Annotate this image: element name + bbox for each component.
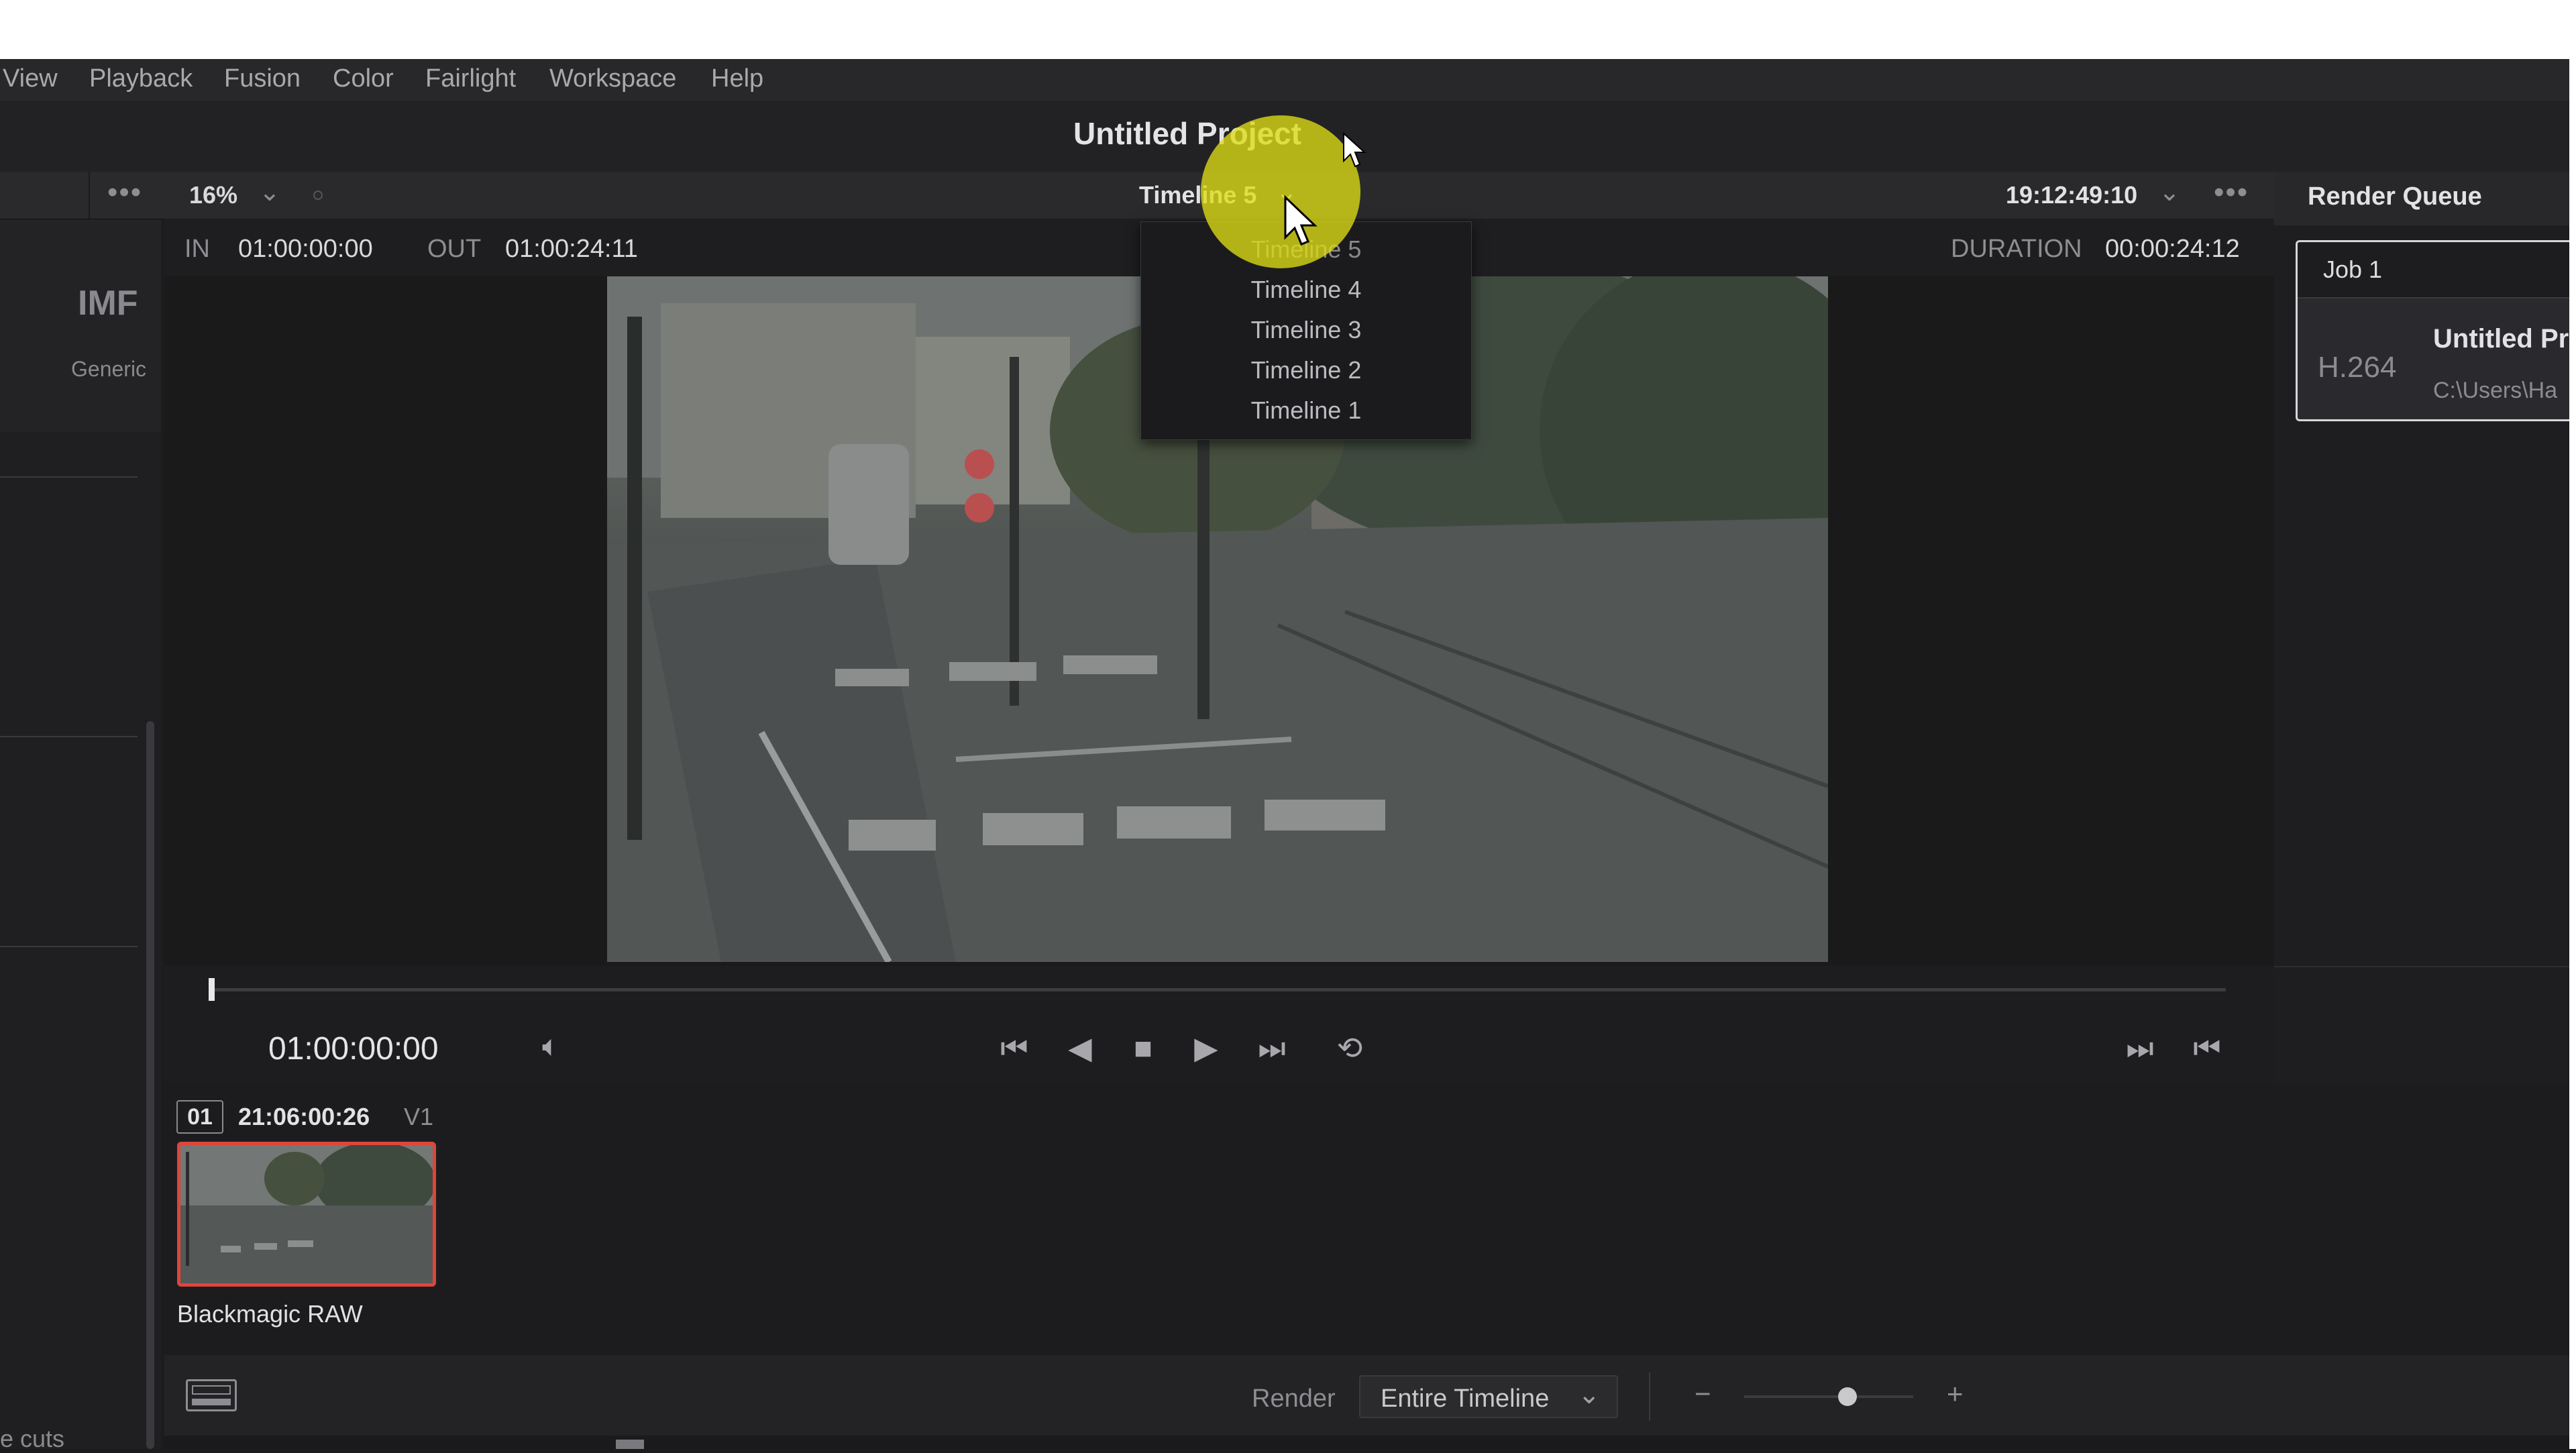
zoom-out-button[interactable]: −: [1695, 1378, 1711, 1410]
clip-name: Blackmagic RAW: [177, 1300, 363, 1328]
out-timecode[interactable]: 01:00:24:11: [505, 235, 638, 264]
left-scrollbar[interactable]: [146, 721, 154, 1449]
cursor-highlight: [1201, 115, 1360, 268]
bottom-scroll-handle[interactable]: [616, 1440, 644, 1449]
current-timecode: 01:00:00:00: [268, 1031, 439, 1067]
clip-strip: [164, 1085, 2569, 1355]
stop-icon[interactable]: ■: [1123, 1030, 1163, 1066]
next-clip-icon[interactable]: ⏭︎: [2120, 1030, 2160, 1066]
render-range-dropdown[interactable]: Entire Timeline ⌄: [1359, 1375, 1618, 1418]
loop-icon[interactable]: ⟲: [1330, 1030, 1370, 1066]
jump-to-start-icon[interactable]: ⏮︎: [994, 1030, 1034, 1066]
play-icon[interactable]: ▶︎: [1186, 1030, 1226, 1066]
duration-timecode: 00:00:24:12: [2105, 235, 2240, 263]
dropdown-item-timeline-1[interactable]: Timeline 1: [1141, 396, 1471, 425]
menu-fairlight[interactable]: Fairlight: [425, 64, 516, 93]
menu-workspace[interactable]: Workspace: [549, 64, 676, 93]
viewer-options-icon[interactable]: •••: [2214, 176, 2249, 209]
clip-thumbnail[interactable]: [177, 1142, 436, 1287]
menu-view[interactable]: View: [3, 64, 58, 93]
bottom-scroll-track: [164, 1436, 2569, 1449]
left-divider: [0, 736, 138, 737]
top-white-band: [0, 0, 2576, 59]
clip-index: 01: [187, 1104, 213, 1130]
job-codec: H.264: [2318, 351, 2397, 384]
clip-index-badge: 01: [176, 1100, 223, 1134]
status-dot-icon: [313, 191, 323, 200]
render-range-value: Entire Timeline: [1381, 1385, 1550, 1413]
left-divider: [0, 476, 138, 478]
clip-thumbnail-image: [180, 1145, 433, 1283]
timecode-chevron-down-icon[interactable]: ⌄: [2159, 177, 2180, 207]
left-options-icon[interactable]: •••: [107, 176, 142, 209]
volume-icon[interactable]: 🔈︎: [542, 1030, 559, 1063]
jump-to-end-icon[interactable]: ⏭︎: [1252, 1030, 1292, 1066]
in-label: IN: [184, 235, 210, 263]
play-reverse-icon[interactable]: ◀︎: [1060, 1030, 1100, 1066]
zoom-chevron-down-icon[interactable]: ⌄: [259, 177, 280, 207]
scrubber-track[interactable]: [210, 988, 2226, 991]
render-range-chevron-down-icon: ⌄: [1578, 1380, 1601, 1409]
duration-label: DURATION: [1951, 235, 2082, 263]
project-title: Untitled Project: [1073, 116, 1301, 151]
menu-color[interactable]: Color: [333, 64, 394, 93]
menu-fusion[interactable]: Fusion: [224, 64, 301, 93]
clip-view-toggle-icon[interactable]: [186, 1379, 237, 1411]
source-timecode: 19:12:49:10: [2006, 181, 2138, 209]
zoom-slider-handle[interactable]: [1838, 1387, 1857, 1406]
out-label: OUT: [427, 235, 482, 263]
zoom-level[interactable]: 16%: [189, 181, 237, 209]
render-job-card[interactable]: Job 1 H.264 Untitled Pr C:\Users\Ha: [2296, 240, 2569, 421]
preset-title: IMF: [78, 284, 138, 323]
render-preset-tile[interactable]: IMF Generic: [0, 219, 161, 432]
secondary-pointer-icon: [1343, 131, 1366, 168]
render-label: Render: [1252, 1385, 1336, 1413]
right-white-edge: [2569, 59, 2576, 1449]
clip-timecode: 21:06:00:26: [238, 1103, 370, 1130]
dropdown-item-timeline-4[interactable]: Timeline 4: [1141, 276, 1471, 304]
render-queue-title: Render Queue: [2308, 182, 2482, 211]
zoom-in-button[interactable]: +: [1947, 1378, 1964, 1410]
bottom-divider: [1649, 1373, 1650, 1421]
previous-clip-icon[interactable]: ⏮︎: [2187, 1030, 2227, 1066]
left-divider: [0, 946, 138, 947]
job-name: Untitled Pr: [2433, 324, 2569, 354]
dropdown-item-timeline-2[interactable]: Timeline 2: [1141, 356, 1471, 384]
dropdown-item-timeline-3[interactable]: Timeline 3: [1141, 316, 1471, 344]
right-divider: [2274, 966, 2569, 967]
playhead[interactable]: [209, 978, 215, 1001]
in-timecode[interactable]: 01:00:00:00: [238, 235, 373, 264]
preset-subtitle: Generic: [71, 357, 147, 381]
job-label: Job 1: [2323, 256, 2383, 283]
toolbar-divider: [89, 172, 90, 219]
viewer-toolbar: [0, 172, 2274, 219]
clip-track: V1: [404, 1103, 434, 1130]
zoom-slider-track[interactable]: [1744, 1395, 1913, 1398]
mouse-pointer-icon: [1284, 195, 1318, 246]
job-path: C:\Users\Ha: [2433, 378, 2558, 403]
menu-help[interactable]: Help: [711, 64, 763, 93]
menu-playback[interactable]: Playback: [89, 64, 193, 93]
